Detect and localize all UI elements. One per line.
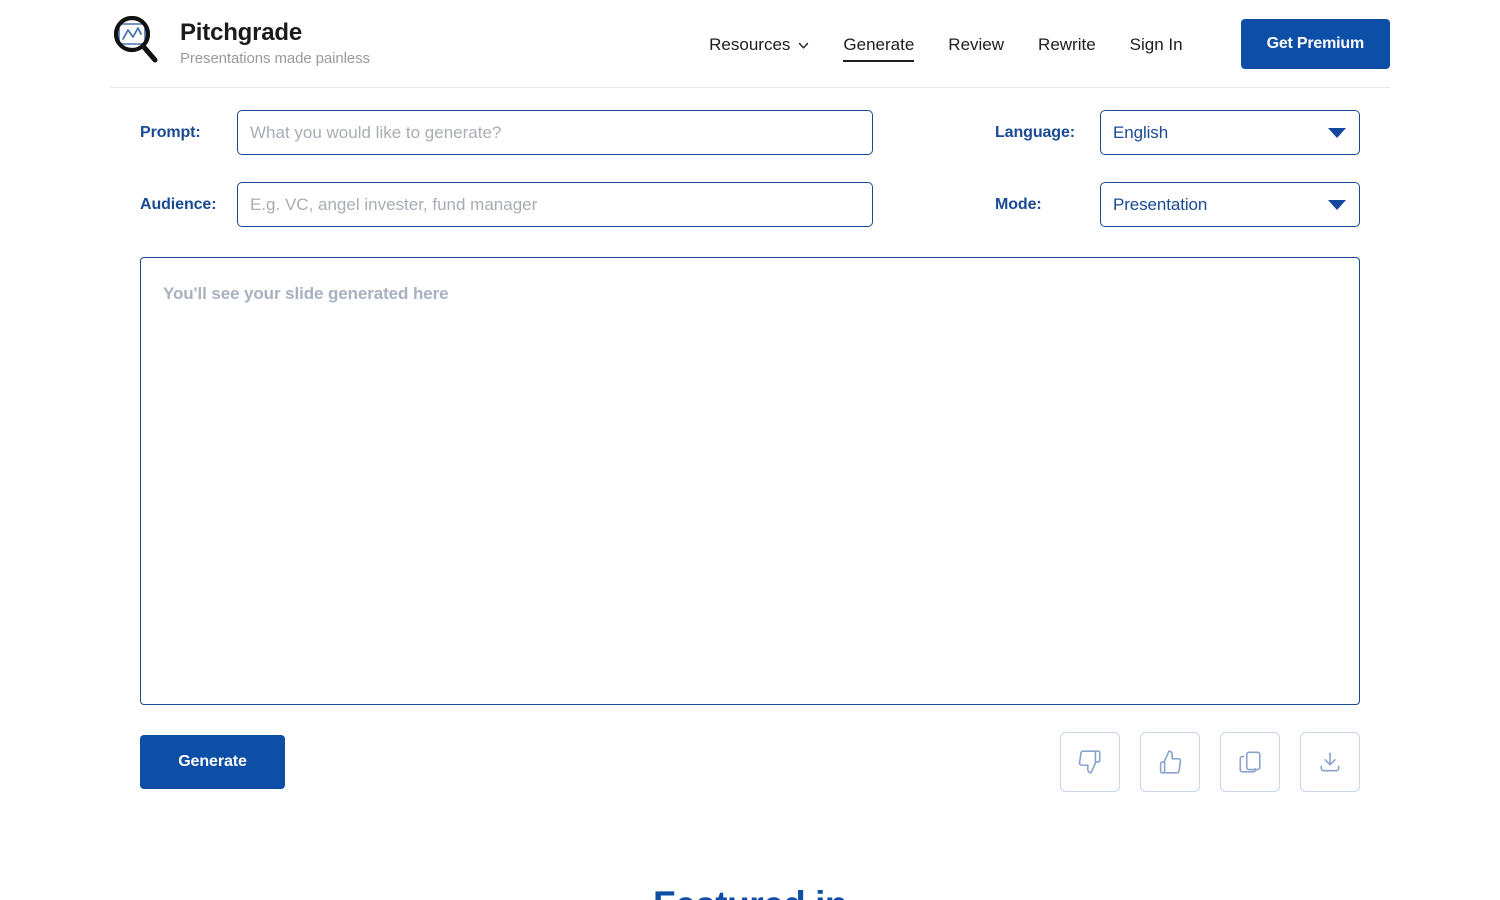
nav-item-review-label: Review — [948, 34, 1005, 54]
download-button[interactable] — [1300, 732, 1360, 792]
nav-item-generate[interactable]: Generate — [843, 32, 915, 62]
next-section-heading: Featured in — [653, 886, 847, 900]
nav-item-resources[interactable]: Resources — [709, 32, 809, 57]
main-navigation: Resources Generate Review Rewrite Sign I… — [709, 19, 1390, 69]
nav-item-generate-label: Generate — [843, 34, 915, 54]
thumbs-up-icon — [1157, 749, 1183, 775]
nav-item-rewrite[interactable]: Rewrite — [1038, 32, 1096, 57]
generate-button[interactable]: Generate — [140, 735, 285, 789]
language-select[interactable]: English — [1100, 110, 1360, 155]
like-button[interactable] — [1140, 732, 1200, 792]
slide-output-area[interactable]: You'll see your slide generated here — [140, 257, 1360, 705]
language-selected-value: English — [1113, 122, 1169, 142]
header-divider — [110, 87, 1390, 88]
mode-select-wrap: Presentation — [1100, 182, 1360, 227]
nav-item-review[interactable]: Review — [948, 32, 1004, 57]
download-icon — [1317, 749, 1343, 775]
brand-tagline: Presentations made painless — [180, 49, 370, 67]
audience-input[interactable] — [237, 182, 873, 227]
audience-label-col: Audience: — [140, 196, 237, 214]
dislike-button[interactable] — [1060, 732, 1120, 792]
app-page: Pitchgrade Presentations made painless R… — [0, 0, 1500, 900]
nav-item-resources-label: Resources — [709, 34, 791, 54]
language-label: Language: — [995, 123, 1075, 141]
action-bar: Generate — [140, 732, 1360, 792]
prompt-input[interactable] — [237, 110, 873, 155]
language-label-col: Language: — [995, 124, 1100, 142]
copy-icon — [1237, 749, 1263, 775]
mode-label: Mode: — [995, 195, 1042, 213]
form-row-prompt-language: Prompt: Language: English — [140, 110, 1360, 155]
mode-selected-value: Presentation — [1113, 194, 1208, 214]
get-premium-button[interactable]: Get Premium — [1240, 19, 1390, 69]
thumbs-down-icon — [1077, 749, 1103, 775]
site-header: Pitchgrade Presentations made painless R… — [0, 0, 1500, 88]
next-section-heading-peek: Featured in — [0, 886, 1500, 900]
mode-select[interactable]: Presentation — [1100, 182, 1360, 227]
mode-label-col: Mode: — [995, 196, 1100, 214]
nav-item-rewrite-label: Rewrite — [1038, 34, 1096, 54]
audience-label: Audience: — [140, 195, 217, 213]
nav-item-sign-in-label: Sign In — [1129, 34, 1183, 54]
brand-name: Pitchgrade — [180, 18, 303, 46]
brand-text: Pitchgrade Presentations made painless — [180, 18, 370, 68]
form-row-audience-mode: Audience: Mode: Presentation — [140, 182, 1360, 227]
magnifier-chart-icon — [110, 15, 166, 72]
prompt-label: Prompt: — [140, 123, 201, 141]
slide-output-placeholder: You'll see your slide generated here — [163, 284, 449, 303]
prompt-label-col: Prompt: — [140, 124, 237, 142]
nav-item-sign-in[interactable]: Sign In — [1130, 32, 1183, 57]
feedback-action-group — [1060, 732, 1360, 792]
language-select-wrap: English — [1100, 110, 1360, 155]
brand-logo-block[interactable]: Pitchgrade Presentations made painless — [110, 15, 370, 72]
generator-main: Prompt: Language: English Audience: Mod — [0, 88, 1500, 792]
copy-button[interactable] — [1220, 732, 1280, 792]
chevron-down-icon — [797, 38, 809, 50]
